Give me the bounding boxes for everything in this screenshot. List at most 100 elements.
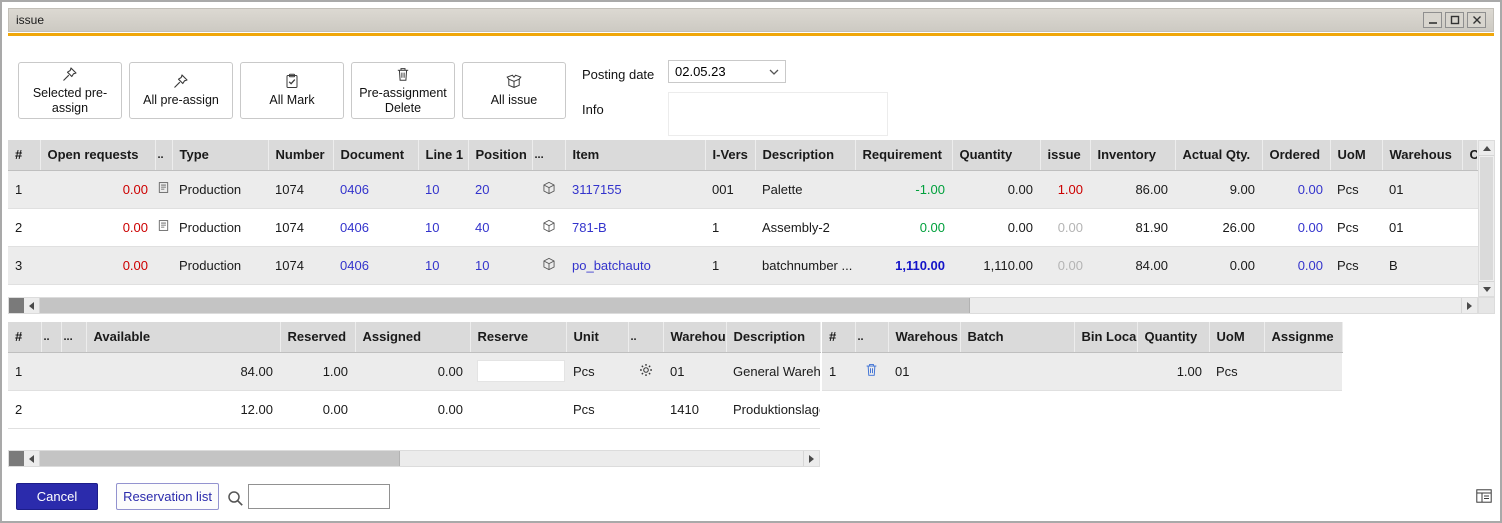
description-cell: batchnumber ... [755, 246, 855, 284]
description-cell: Assembly-2 [755, 208, 855, 246]
title-bar[interactable]: issue [8, 8, 1494, 32]
assigned-cell: 0.00 [355, 390, 470, 428]
form-settings-icon[interactable] [1475, 487, 1493, 505]
search-icon[interactable] [226, 489, 244, 507]
scroll-up-button[interactable] [1479, 141, 1494, 156]
delete-row-icon[interactable] [855, 352, 888, 390]
actual-qty-cell: 26.00 [1175, 208, 1262, 246]
item-link[interactable]: 781-B [565, 208, 705, 246]
close-button[interactable] [1467, 12, 1486, 28]
column-header: # [8, 140, 40, 170]
column-header: Assigned [355, 322, 470, 352]
requirement-cell: 0.00 [855, 208, 952, 246]
table-row[interactable]: 1 84.00 1.00 0.00 Pcs 01 General Wareho [8, 352, 820, 390]
type-cell: Production [172, 208, 268, 246]
open-requests-cell: 0.00 [40, 246, 155, 284]
column-header: Available [86, 322, 280, 352]
search-input[interactable] [248, 484, 390, 509]
position-link[interactable]: 10 [468, 246, 532, 284]
document-link[interactable]: 0406 [333, 170, 418, 208]
ordered-cell: 0.00 [1262, 170, 1330, 208]
scroll-thumb[interactable] [1480, 157, 1493, 280]
uom-cell: Pcs [1330, 246, 1382, 284]
available-cell: 12.00 [86, 390, 280, 428]
cancel-button[interactable]: Cancel [16, 483, 98, 510]
scroll-grip[interactable] [9, 451, 24, 466]
info-field[interactable] [668, 92, 888, 136]
minimize-button[interactable] [1423, 12, 1442, 28]
table-row[interactable]: 2 12.00 0.00 0.00 Pcs 1410 Produktionsla… [8, 390, 820, 428]
column-header: Inventory [1090, 140, 1175, 170]
line-link[interactable]: 10 [418, 246, 468, 284]
button-label: All issue [491, 93, 538, 107]
cancel-label: Cancel [37, 489, 77, 504]
requirement-cell: -1.00 [855, 170, 952, 208]
column-header: .. [41, 322, 61, 352]
all-issue-button[interactable]: All issue [462, 62, 566, 119]
scroll-thumb[interactable] [40, 451, 400, 466]
assigned-cell: 0.00 [355, 352, 470, 390]
item-box-icon [532, 246, 565, 284]
document-link[interactable]: 0406 [333, 246, 418, 284]
gear-icon[interactable] [628, 352, 663, 390]
quantity-cell: 1,110.00 [952, 246, 1040, 284]
scroll-down-button[interactable] [1479, 281, 1494, 296]
table-row[interactable]: 1 01 1.00 Pcs [822, 352, 1342, 390]
line-link[interactable]: 10 [418, 170, 468, 208]
scrollbar-corner [1478, 297, 1495, 314]
description-cell: Palette [755, 170, 855, 208]
posting-date-select[interactable]: 02.05.23 [668, 60, 786, 83]
maximize-button[interactable] [1445, 12, 1464, 28]
unit-cell: Pcs [566, 352, 628, 390]
table-row[interactable]: 2 0.00 Production 1074 0406 10 40 781-B … [8, 208, 1478, 246]
all-mark-button[interactable]: All Mark [240, 62, 344, 119]
table-row[interactable]: 3 0.00 Production 1074 0406 10 10 po_bat… [8, 246, 1478, 284]
scroll-right-button[interactable] [803, 451, 819, 466]
posting-date-value: 02.05.23 [675, 64, 726, 79]
column-header: Warehou [663, 322, 726, 352]
button-label: All Mark [269, 93, 314, 107]
warehouse-cell: 01 [663, 352, 726, 390]
selected-pre-assign-button[interactable]: Selected pre-assign [18, 62, 122, 119]
item-link[interactable]: po_batchauto [565, 246, 705, 284]
column-header: Type [172, 140, 268, 170]
column-header: Bin Loca [1074, 322, 1137, 352]
column-header: Reserve [470, 322, 566, 352]
reserve-input[interactable] [477, 360, 565, 382]
pre-assignment-delete-button[interactable]: Pre-assignment Delete [351, 62, 455, 119]
column-header: Batch [960, 322, 1074, 352]
empty-cell [1462, 208, 1478, 246]
empty-cell [41, 352, 61, 390]
scroll-left-button[interactable] [24, 298, 40, 313]
empty-cell [628, 390, 663, 428]
warehouse-cell: 1410 [663, 390, 726, 428]
button-label: All pre-assign [143, 93, 219, 107]
document-link[interactable]: 0406 [333, 208, 418, 246]
pin-icon [62, 66, 78, 82]
line-link[interactable]: 10 [418, 208, 468, 246]
column-header: Description [755, 140, 855, 170]
column-header: # [822, 322, 855, 352]
column-header: # [8, 322, 41, 352]
scroll-right-icon [1467, 302, 1472, 310]
all-pre-assign-button[interactable]: All pre-assign [129, 62, 233, 119]
column-header: .. [855, 322, 888, 352]
scroll-grip[interactable] [9, 298, 24, 313]
scroll-thumb[interactable] [40, 298, 970, 313]
scroll-track[interactable] [400, 451, 803, 466]
trash-icon [395, 66, 411, 82]
scroll-up-icon [1483, 146, 1491, 151]
scroll-track[interactable] [970, 298, 1461, 313]
table-row[interactable]: 1 0.00 Production 1074 0406 10 20 311715… [8, 170, 1478, 208]
item-link[interactable]: 3117155 [565, 170, 705, 208]
scroll-right-button[interactable] [1461, 298, 1477, 313]
warehouse-cell: B [1382, 246, 1462, 284]
scroll-left-button[interactable] [24, 451, 40, 466]
position-link[interactable]: 40 [468, 208, 532, 246]
position-link[interactable]: 20 [468, 170, 532, 208]
column-header: Ordered [1262, 140, 1330, 170]
reservation-list-button[interactable]: Reservation list [116, 483, 219, 510]
number-cell: 1074 [268, 170, 333, 208]
ordered-cell: 0.00 [1262, 208, 1330, 246]
scroll-left-icon [29, 455, 34, 463]
